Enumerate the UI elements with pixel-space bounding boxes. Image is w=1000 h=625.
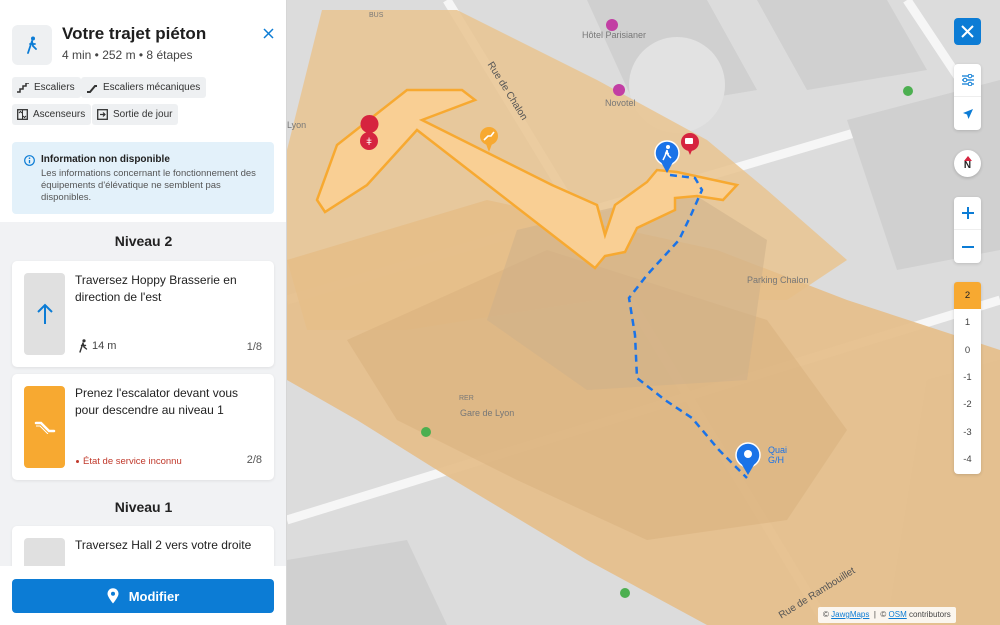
map-tools-group xyxy=(954,64,981,130)
zoom-group xyxy=(954,197,981,263)
step-1-counter: 1/8 xyxy=(246,341,262,353)
sliders-icon xyxy=(961,74,974,86)
locate-button[interactable] xyxy=(954,97,981,130)
step-2-counter: 2/8 xyxy=(246,454,262,466)
info-title: Information non disponible xyxy=(41,154,170,165)
plus-icon xyxy=(961,207,974,219)
floor-selector: 2 1 0 -1 -2 -3 -4 xyxy=(954,282,981,474)
level-heading-1: Niveau 1 xyxy=(114,499,173,515)
floor-button[interactable]: -1 xyxy=(954,364,981,391)
step-2-status: État de service inconnu xyxy=(76,456,182,467)
attribution-copyright: © xyxy=(823,610,829,619)
gare-label: Gare de Lyon xyxy=(460,408,515,418)
filter-elevators-chip[interactable]: Ascenseurs xyxy=(12,104,92,125)
step-1-meta: 14 m xyxy=(78,339,116,353)
zoom-out-button[interactable] xyxy=(954,230,981,263)
level-heading-2: Niveau 2 xyxy=(114,233,173,249)
info-banner: Information non disponible Les informati… xyxy=(12,142,274,214)
map-attribution: © JawgMaps | © OSM contributors xyxy=(818,607,956,623)
panel-footer: Modifier xyxy=(0,566,286,625)
stairs-icon xyxy=(17,82,29,93)
info-icon xyxy=(24,155,35,166)
modify-button[interactable]: Modifier xyxy=(12,579,274,613)
parking-label: Parking Chalon xyxy=(747,275,809,285)
filter-stairs-label: Escaliers xyxy=(34,82,75,93)
step-1-text: Traversez Hoppy Brasserie en direction d… xyxy=(75,273,237,304)
walking-mode-badge xyxy=(12,25,52,65)
attribution-suffix: contributors xyxy=(908,610,951,619)
modify-button-label: Modifier xyxy=(128,588,180,604)
map-canvas[interactable]: ǂ xyxy=(287,0,1000,625)
panel-header: Votre trajet piéton 4 min • 252 m • 8 ét… xyxy=(0,0,286,222)
map-pin-icon xyxy=(107,588,119,604)
step-2-text: Prenez l'escalator devant vous pour desc… xyxy=(75,386,239,417)
pedestrian-icon xyxy=(27,36,37,54)
filter-day-exit-chip[interactable]: Sortie de jour xyxy=(92,104,179,125)
exit-icon xyxy=(97,109,108,120)
park-poi-icon-3 xyxy=(620,588,630,598)
jawgmaps-link[interactable]: JawgMaps xyxy=(831,610,869,619)
bus-stop-label: BUS xyxy=(369,12,384,19)
step-1-direction-tile xyxy=(24,273,65,355)
filter-elevators-label: Ascenseurs xyxy=(33,109,86,120)
floor-button[interactable]: 0 xyxy=(954,337,981,364)
info-body: Les informations concernant le fonctionn… xyxy=(41,168,256,203)
destination-label: Quai G/H xyxy=(768,445,788,465)
filter-stairs-chip[interactable]: Escaliers xyxy=(12,77,81,98)
settings-button[interactable] xyxy=(954,64,981,97)
close-panel-button[interactable] xyxy=(258,23,278,43)
pedestrian-icon xyxy=(79,339,88,353)
compass-button[interactable]: N xyxy=(954,150,981,177)
minus-icon xyxy=(961,245,974,248)
svg-text:ǂ: ǂ xyxy=(366,137,372,148)
floor-button[interactable]: -2 xyxy=(954,391,981,418)
location-arrow-icon xyxy=(962,108,973,119)
floor-button[interactable]: -4 xyxy=(954,446,981,473)
attribution-copyright-2: © xyxy=(880,610,887,619)
warning-dot-icon xyxy=(76,460,79,463)
escalator-icon xyxy=(87,84,97,93)
step-2-status-text: État de service inconnu xyxy=(83,456,182,467)
map-close-button[interactable] xyxy=(954,18,981,45)
novotel-poi-icon xyxy=(613,84,625,96)
floor-button[interactable]: -3 xyxy=(954,418,981,445)
step-3-text: Traversez Hall 2 vers votre droite xyxy=(75,538,252,552)
filter-escalators-label: Escaliers mécaniques xyxy=(103,82,201,93)
park-poi-icon xyxy=(903,86,913,96)
step-2-escalator-tile xyxy=(24,386,65,468)
osm-link[interactable]: OSM xyxy=(889,610,907,619)
page-title: Votre trajet piéton xyxy=(62,24,207,43)
compass-letter: N xyxy=(963,160,972,171)
step-card-1[interactable]: Traversez Hoppy Brasserie en direction d… xyxy=(12,261,274,367)
itinerary-panel: Votre trajet piéton 4 min • 252 m • 8 ét… xyxy=(0,0,287,625)
map-view[interactable]: ǂ Hôtel Parisianer Novotel Rue de Chalon… xyxy=(287,0,1000,625)
close-icon xyxy=(262,27,274,39)
arrow-up-icon xyxy=(36,303,53,324)
filter-escalators-chip[interactable]: Escaliers mécaniques xyxy=(81,77,207,98)
floor-button[interactable]: 2 xyxy=(954,282,981,310)
hotel-label: Hôtel Parisianer xyxy=(582,30,647,40)
step-1-distance: 14 m xyxy=(92,340,117,352)
zoom-in-button[interactable] xyxy=(954,197,981,230)
elevator-icon xyxy=(17,109,28,120)
rer-label: RER xyxy=(459,395,474,402)
floor-button[interactable]: 1 xyxy=(954,309,981,336)
filter-day-exit-label: Sortie de jour xyxy=(113,109,173,120)
escalator-icon xyxy=(34,421,55,434)
lyon-label: Lyon xyxy=(287,120,307,130)
attribution-separator: | xyxy=(873,610,876,619)
step-card-2[interactable]: Prenez l'escalator devant vous pour desc… xyxy=(12,374,274,480)
park-poi-icon-2 xyxy=(421,427,431,437)
route-summary: 4 min • 252 m • 8 étapes xyxy=(62,48,193,62)
close-icon xyxy=(961,25,974,38)
novotel-label: Novotel xyxy=(605,98,636,108)
